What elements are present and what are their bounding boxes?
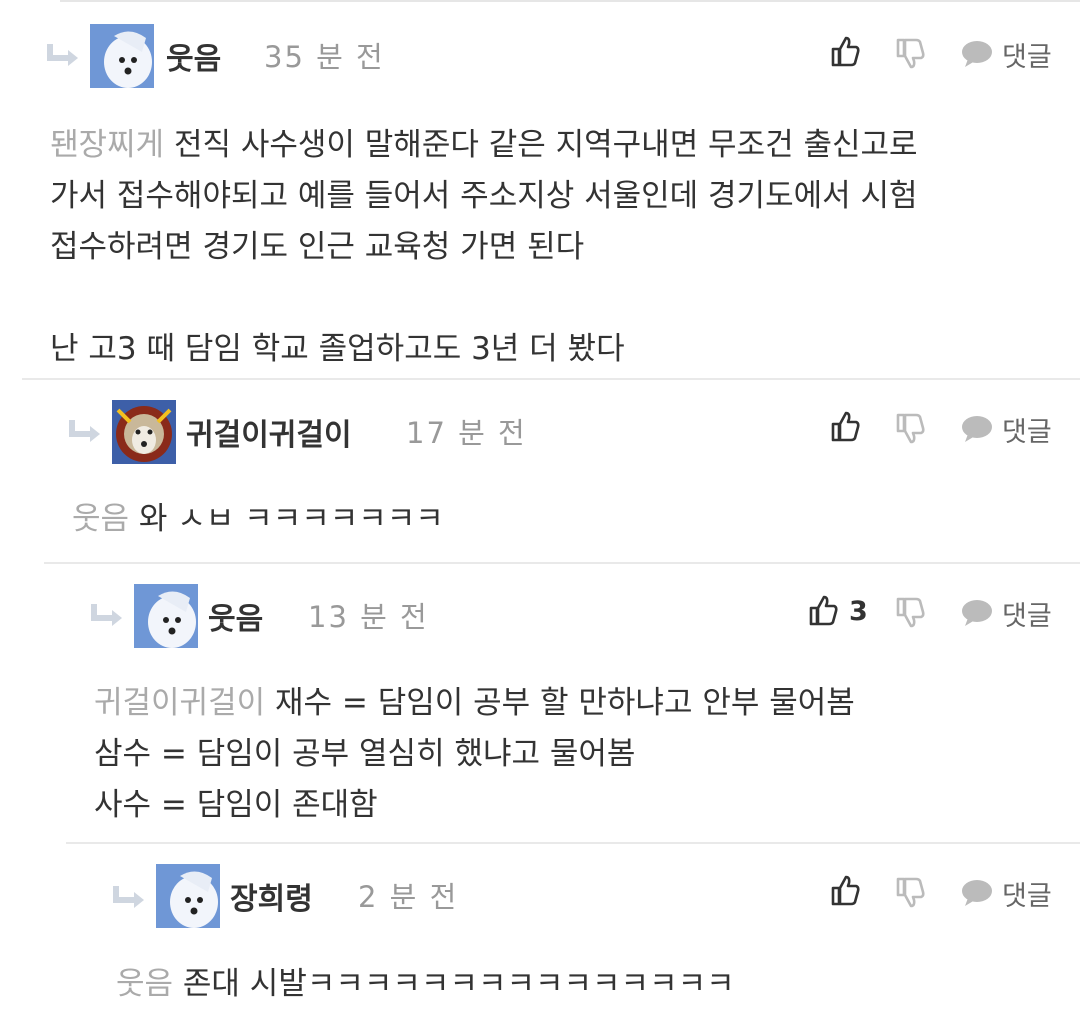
reply-button[interactable]: 댓글 xyxy=(960,596,1060,632)
author-name[interactable]: 웃음 xyxy=(166,34,221,78)
comment-divider xyxy=(66,842,1080,844)
timestamp: 35 분 전 xyxy=(264,40,385,74)
comment-line: 난 고3 때 담임 학교 졸업하고도 3년 더 봤다 xyxy=(50,331,625,367)
timestamp: 17 분 전 xyxy=(406,416,527,450)
reply-button[interactable]: 댓글 xyxy=(960,37,1060,73)
comment-line: 존대 시발ㅋㅋㅋㅋㅋㅋㅋㅋㅋㅋㅋㅋㅋㅋㅋ xyxy=(182,966,735,1002)
thumbs-up-icon xyxy=(831,411,860,442)
dislike-button[interactable] xyxy=(895,413,925,445)
reply-arrow-icon xyxy=(68,418,102,448)
mention[interactable]: 됀장찌게 xyxy=(50,127,164,163)
speech-bubble-icon xyxy=(962,416,992,442)
author-name[interactable]: 장희령 xyxy=(230,874,313,918)
mention[interactable]: 귀걸이귀걸이 xyxy=(94,685,265,721)
reply-arrow-icon xyxy=(90,602,124,632)
speech-bubble-icon xyxy=(962,880,992,906)
speech-bubble-icon xyxy=(962,41,992,67)
like-button[interactable] xyxy=(830,35,860,67)
speech-bubble-icon xyxy=(962,600,992,626)
comment-body: 귀걸이귀걸이 재수 = 담임이 공부 할 만하냐고 안부 물어봄삼수 = 담임이… xyxy=(94,678,855,831)
reply-button[interactable]: 댓글 xyxy=(960,412,1060,448)
comment-body: 웃음 와 ㅅㅂ ㅋㅋㅋㅋㅋㅋㅋ xyxy=(72,494,444,545)
avatar[interactable] xyxy=(112,400,176,464)
thumbs-up-icon xyxy=(831,36,860,67)
thumbs-down-icon xyxy=(896,413,925,444)
comment-body: 됀장찌게 전직 사수생이 말해준다 같은 지역구내면 무조건 출신고로가서 접수… xyxy=(50,120,918,375)
reply-arrow-icon xyxy=(112,884,146,914)
dislike-button[interactable] xyxy=(895,597,925,629)
thumbs-down-icon xyxy=(896,38,925,69)
dislike-button[interactable] xyxy=(895,877,925,909)
mention[interactable]: 웃음 xyxy=(116,966,173,1002)
reply-button[interactable]: 댓글 xyxy=(960,876,1060,912)
thumbs-down-icon xyxy=(896,597,925,628)
reply-arrow-icon xyxy=(46,42,80,72)
avatar[interactable] xyxy=(90,24,154,88)
comment-line: 와 ㅅㅂ ㅋㅋㅋㅋㅋㅋㅋ xyxy=(138,501,444,537)
comment-body: 웃음 존대 시발ㅋㅋㅋㅋㅋㅋㅋㅋㅋㅋㅋㅋㅋㅋㅋ xyxy=(116,959,735,1010)
dislike-button[interactable] xyxy=(895,38,925,70)
comment-line: 접수하려면 경기도 인근 교육청 가면 된다 xyxy=(50,229,585,265)
comment-divider xyxy=(22,378,1080,380)
comment-line: 사수 = 담임이 존대함 xyxy=(94,787,378,823)
comment-line: 가서 접수해야되고 예를 들어서 주소지상 서울인데 경기도에서 시험 xyxy=(50,178,918,214)
author-name[interactable]: 웃음 xyxy=(208,594,263,638)
like-button[interactable] xyxy=(830,410,860,442)
like-button[interactable] xyxy=(830,874,860,906)
reply-label: 댓글 xyxy=(1002,417,1052,448)
author-name[interactable]: 귀걸이귀걸이 xyxy=(186,410,352,454)
comment-line: 전직 사수생이 말해준다 같은 지역구내면 무조건 출신고로 xyxy=(173,127,918,163)
timestamp: 2 분 전 xyxy=(358,880,459,914)
reply-label: 댓글 xyxy=(1002,601,1052,632)
thumbs-up-icon xyxy=(831,875,860,906)
like-button[interactable] xyxy=(808,594,838,626)
reply-label: 댓글 xyxy=(1002,42,1052,73)
timestamp: 13 분 전 xyxy=(308,600,429,634)
mention[interactable]: 웃음 xyxy=(72,501,129,537)
thumbs-down-icon xyxy=(896,877,925,908)
top-divider xyxy=(60,0,1080,2)
comment-divider xyxy=(44,562,1080,564)
avatar[interactable] xyxy=(156,864,220,928)
avatar[interactable] xyxy=(134,584,198,648)
like-count: 3 xyxy=(849,596,868,627)
comment-line: 삼수 = 담임이 공부 열심히 했냐고 물어봄 xyxy=(94,736,636,772)
thumbs-up-icon xyxy=(809,595,838,626)
comment-line: 재수 = 담임이 공부 할 만하냐고 안부 물어봄 xyxy=(274,685,855,721)
reply-label: 댓글 xyxy=(1002,881,1052,912)
